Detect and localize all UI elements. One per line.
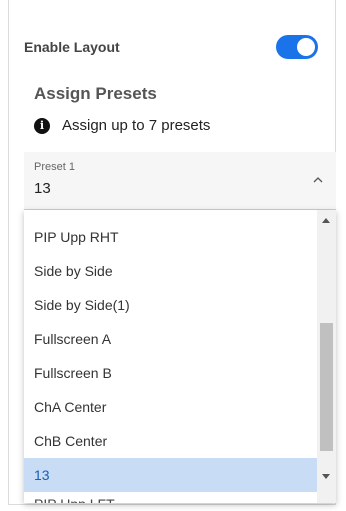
list-item-partial[interactable] — [24, 210, 317, 220]
preset-dropdown-list: PIP Upp RHT Side by Side Side by Side(1)… — [24, 210, 336, 503]
preset-1-select[interactable]: Preset 1 13 — [24, 152, 336, 210]
assign-presets-title: Assign Presets — [34, 84, 157, 103]
enable-layout-label: Enable Layout — [24, 39, 120, 55]
option-list: PIP Upp RHT Side by Side Side by Side(1)… — [24, 210, 317, 503]
list-item-selected[interactable]: 13 — [24, 458, 317, 492]
list-item[interactable]: ChB Center — [24, 424, 317, 458]
chevron-up-icon[interactable] — [312, 174, 324, 186]
list-item[interactable]: ChA Center — [24, 390, 317, 424]
list-item[interactable]: PIP Upp RHT — [24, 220, 317, 254]
scroll-up-icon[interactable] — [322, 218, 330, 223]
info-icon: i — [34, 117, 50, 134]
list-item[interactable]: Fullscreen A — [24, 322, 317, 356]
scrollbar[interactable] — [317, 210, 336, 503]
info-row: i Assign up to 7 presets — [34, 117, 210, 134]
list-item[interactable]: Fullscreen B — [24, 356, 317, 390]
scroll-down-icon[interactable] — [322, 474, 330, 479]
list-item[interactable]: Side by Side(1) — [24, 288, 317, 322]
enable-layout-toggle[interactable] — [276, 35, 318, 59]
enable-layout-row: Enable Layout — [24, 30, 320, 64]
list-item[interactable]: Side by Side — [24, 254, 317, 288]
scrollbar-thumb[interactable] — [320, 323, 333, 451]
toggle-knob — [297, 38, 315, 56]
preset-1-value: 13 — [34, 180, 51, 197]
info-text: Assign up to 7 presets — [62, 117, 211, 134]
list-item[interactable]: PIP Upp LFT — [24, 492, 317, 503]
preset-1-label: Preset 1 — [34, 161, 75, 173]
